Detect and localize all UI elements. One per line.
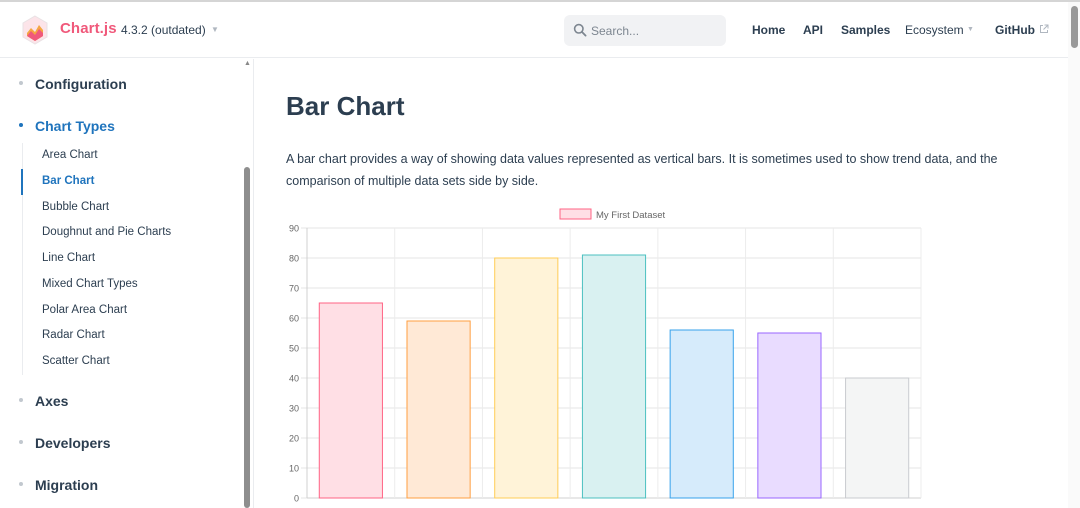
nav-github[interactable]: GitHub (995, 23, 1035, 37)
bullet-icon (19, 398, 23, 403)
y-tick-label: 30 (289, 404, 299, 414)
page-scrollbar-thumb[interactable] (1071, 6, 1078, 48)
sidebar: ▲ Configuration Chart Types Area Chart B… (0, 59, 254, 508)
sidebar-group-axes[interactable]: Axes (19, 393, 68, 409)
bar (494, 257, 559, 499)
navbar: Chart.js 4.3.2 (outdated) ▼ Home API Sam… (0, 2, 1068, 58)
page-scrollbar-track[interactable] (1068, 2, 1080, 508)
sidebar-item-radar-chart[interactable]: Radar Chart (42, 329, 105, 341)
bullet-icon (19, 81, 23, 86)
bar (318, 302, 383, 499)
nav-samples[interactable]: Samples (841, 23, 890, 37)
y-tick-label: 60 (289, 314, 299, 324)
sidebar-item-area-chart[interactable]: Area Chart (42, 149, 98, 161)
ecosystem-chevron-down-icon[interactable]: ▼ (967, 26, 974, 33)
bar (845, 377, 910, 499)
sidebar-item-bubble-chart[interactable]: Bubble Chart (42, 201, 109, 213)
bar (406, 320, 471, 499)
sidebar-group-label: Chart Types (35, 118, 115, 134)
legend-label: My First Dataset (596, 210, 666, 221)
bar-chart: My First Dataset 0 10 20 30 40 50 60 70 80 90 (289, 208, 922, 504)
y-tick-label: 80 (289, 254, 299, 264)
sidebar-item-polar-area-chart[interactable]: Polar Area Chart (42, 304, 127, 316)
y-tick-label: 0 (294, 494, 299, 504)
y-tick-label: 40 (289, 374, 299, 384)
bar (581, 254, 647, 499)
sidebar-item-scatter-chart[interactable]: Scatter Chart (42, 355, 110, 367)
bullet-icon (19, 123, 23, 128)
sidebar-group-configuration[interactable]: Configuration (19, 76, 127, 92)
bar (757, 332, 822, 499)
active-item-indicator (21, 169, 23, 195)
sidebar-group-developers[interactable]: Developers (19, 435, 110, 451)
y-tick-label: 50 (289, 344, 299, 354)
version-selector[interactable]: 4.3.2 (outdated) (121, 23, 206, 37)
nav-api[interactable]: API (803, 23, 823, 37)
search-icon (573, 23, 587, 37)
chartjs-logo-icon[interactable] (20, 15, 50, 45)
y-tick-label: 70 (289, 284, 299, 294)
sidebar-group-migration[interactable]: Migration (19, 477, 98, 493)
sidebar-group-label: Axes (35, 393, 69, 409)
bullet-icon (19, 482, 23, 487)
y-tick-label: 20 (289, 434, 299, 444)
sidebar-item-bar-chart[interactable]: Bar Chart (42, 175, 94, 187)
sidebar-item-line-chart[interactable]: Line Chart (42, 252, 95, 264)
sidebar-item-doughnut-pie[interactable]: Doughnut and Pie Charts (42, 226, 171, 238)
bar (669, 329, 734, 499)
search-box[interactable] (564, 15, 726, 46)
main-content: Bar Chart A bar chart provides a way of … (255, 59, 1068, 508)
y-tick-label: 90 (289, 224, 299, 234)
external-link-icon (1040, 24, 1049, 33)
sidebar-group-label: Migration (35, 477, 98, 493)
sidebar-group-label: Developers (35, 435, 111, 451)
bullet-icon (19, 440, 23, 445)
sidebar-scrollbar-thumb[interactable] (244, 167, 250, 508)
y-tick-label: 10 (289, 464, 299, 474)
nav-ecosystem[interactable]: Ecosystem (905, 23, 964, 37)
search-input[interactable] (591, 22, 721, 39)
sidebar-group-label: Configuration (35, 76, 127, 92)
page: Chart.js 4.3.2 (outdated) ▼ Home API Sam… (0, 0, 1080, 508)
sidebar-group-chart-types[interactable]: Chart Types (19, 118, 115, 134)
brand-name[interactable]: Chart.js (60, 20, 117, 37)
legend-swatch (559, 208, 592, 220)
scroll-up-arrow-icon[interactable]: ▲ (244, 60, 251, 67)
nav-home[interactable]: Home (752, 23, 785, 37)
chevron-down-icon[interactable]: ▼ (211, 25, 219, 34)
sidebar-item-mixed-chart-types[interactable]: Mixed Chart Types (42, 278, 138, 290)
